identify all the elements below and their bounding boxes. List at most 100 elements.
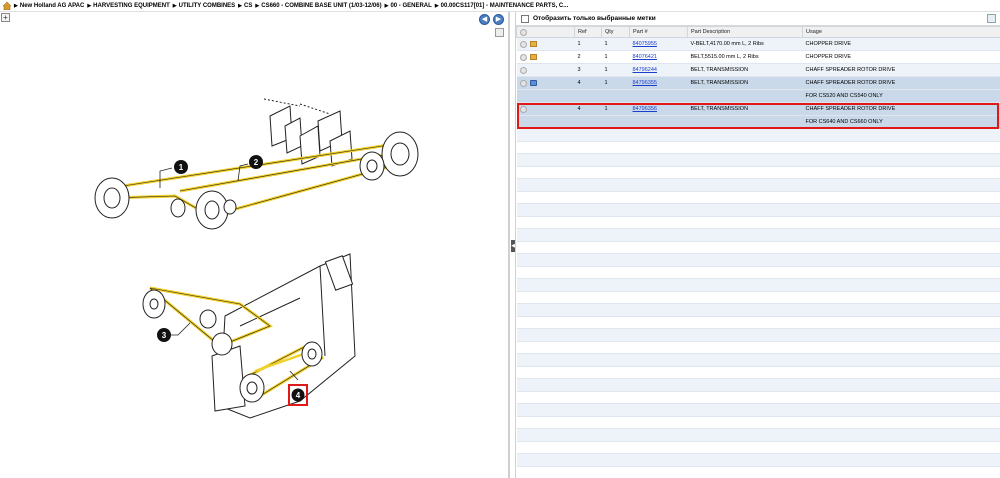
parts-table-body: 1 1 84075955 V-BELT,4170.00 mm L, 2 Ribs CHO…	[516, 37, 1000, 467]
select-all-icon[interactable]	[520, 28, 527, 36]
empty-row	[516, 266, 1000, 279]
column-header-description[interactable]: Part Description	[687, 26, 803, 38]
empty-cell	[629, 191, 688, 204]
empty-cell	[687, 266, 803, 279]
row-select-cell[interactable]	[516, 63, 575, 77]
empty-cell	[802, 216, 1000, 229]
table-row[interactable]: FOR CS520 AND CS540 ONLY	[516, 89, 1000, 103]
callout-1[interactable]: 1	[174, 160, 188, 174]
empty-cell	[516, 266, 575, 279]
row-select-cell[interactable]	[516, 89, 575, 103]
empty-row	[516, 216, 1000, 229]
table-row[interactable]: FOR CS640 AND CS660 ONLY	[516, 115, 1000, 129]
empty-cell	[516, 403, 575, 417]
row-select-icon[interactable]	[519, 66, 527, 74]
qty-cell: 1	[601, 63, 630, 77]
empty-cell	[574, 253, 602, 267]
row-select-cell[interactable]	[516, 37, 575, 51]
show-selected-only-checkbox[interactable]	[521, 14, 529, 23]
breadcrumb-item[interactable]: ▶ CS	[238, 3, 252, 9]
previous-page-icon[interactable]: ◀	[479, 14, 490, 25]
ref-cell: 3	[577, 67, 581, 73]
empty-cell	[574, 191, 602, 204]
row-select-icon[interactable]	[519, 105, 527, 113]
empty-cell	[574, 391, 602, 404]
table-row[interactable]: 4 1 84796355 BELT, TRANSMISSION CHAFF SPREAD…	[516, 76, 1000, 90]
empty-cell	[516, 341, 575, 354]
empty-cell	[802, 278, 1000, 292]
empty-cell	[629, 216, 688, 229]
row-select-icon[interactable]	[519, 79, 527, 87]
qty-cell: 1	[604, 41, 608, 47]
home-icon[interactable]	[2, 1, 12, 10]
empty-cell	[802, 203, 1000, 217]
usage-cell: CHOPPER DRIVE	[802, 50, 1000, 64]
row-select-cell[interactable]	[516, 115, 575, 129]
empty-cell	[629, 453, 688, 467]
empty-cell	[516, 178, 575, 192]
column-header-usage[interactable]: Usage	[802, 26, 1000, 38]
empty-cell	[574, 166, 602, 179]
breadcrumb-item[interactable]: ▶ New Holland AG APAC	[14, 3, 84, 9]
show-selected-only-label[interactable]: Отобразить только выбранные метки	[533, 15, 656, 22]
table-row[interactable]: 4 1 84796356 BELT, TRANSMISSION CHAFF SPREAD…	[516, 102, 1000, 116]
column-header-select[interactable]	[516, 26, 575, 38]
empty-cell	[601, 291, 630, 304]
svg-text:2: 2	[254, 158, 259, 167]
part-number-link[interactable]: 84796355	[633, 80, 657, 86]
empty-cell	[574, 203, 602, 217]
empty-cell	[516, 216, 575, 229]
export-icon[interactable]	[987, 14, 996, 23]
qty-cell: 1	[604, 67, 608, 73]
empty-cell	[601, 328, 630, 342]
row-select-cell[interactable]	[516, 102, 575, 116]
empty-cell	[516, 441, 575, 454]
qty-cell: 1	[604, 54, 608, 60]
table-row[interactable]: 3 1 84796244 BELT, TRANSMISSION CHAFF SPREAD…	[516, 63, 1000, 77]
breadcrumb-item[interactable]: ▶ CS660 - COMBINE BASE UNIT (1/03-12/06)	[255, 3, 381, 9]
table-row[interactable]: 2 1 84076421 BELT,5515.00 mm L, 2 Ribs CHOPP…	[516, 50, 1000, 64]
panel-splitter[interactable]: ◀	[509, 12, 516, 478]
breadcrumb-arrow-icon: ▶	[384, 2, 389, 9]
part-number-link[interactable]: 84796356	[633, 106, 657, 112]
ref-cell: 4	[577, 106, 581, 112]
row-select-cell[interactable]	[516, 76, 575, 90]
empty-cell	[687, 166, 803, 179]
zoom-in-icon[interactable]: +	[1, 13, 10, 22]
empty-cell	[687, 141, 803, 154]
table-row[interactable]: 1 1 84075955 V-BELT,4170.00 mm L, 2 Ribs CHO…	[516, 37, 1000, 51]
column-header-qty[interactable]: Qty	[601, 26, 630, 38]
empty-cell	[802, 391, 1000, 404]
ref-cell: 3	[574, 63, 602, 77]
qty-cell	[601, 89, 630, 103]
breadcrumb-item[interactable]: ▶ 00 - GENERAL	[385, 3, 432, 9]
row-select-cell[interactable]	[516, 50, 575, 64]
next-page-icon[interactable]: ▶	[493, 14, 504, 25]
breadcrumb-item[interactable]: ▶ UTILITY COMBINES	[173, 3, 235, 9]
svg-text:3: 3	[162, 331, 167, 340]
empty-cell	[629, 203, 688, 217]
part-number-link[interactable]: 84076421	[633, 54, 657, 60]
empty-cell	[687, 378, 803, 392]
empty-cell	[516, 391, 575, 404]
empty-row	[516, 166, 1000, 179]
usage-cell: CHAFF SPREADER ROTOR DRIVE	[802, 76, 1000, 90]
row-select-icon[interactable]	[519, 53, 527, 61]
part-number-cell: 84796244	[629, 63, 688, 77]
empty-cell	[574, 303, 602, 317]
column-header-ref[interactable]: Ref	[574, 26, 602, 38]
empty-cell	[574, 291, 602, 304]
part-number-link[interactable]: 84796244	[633, 67, 657, 73]
empty-cell	[516, 166, 575, 179]
breadcrumb-item[interactable]: ▶ HARVESTING EQUIPMENT	[87, 3, 169, 9]
callout-3[interactable]: 3	[157, 328, 171, 342]
breadcrumb-item[interactable]: ▶ 00.00CS117[01] - MAINTENANCE PARTS, C..…	[435, 3, 568, 9]
empty-cell	[629, 128, 688, 142]
callout-2[interactable]: 2	[249, 155, 263, 169]
row-select-icon[interactable]	[519, 40, 527, 48]
collapse-arrow-icon[interactable]: ◀	[511, 240, 515, 252]
part-number-link[interactable]: 84075955	[633, 41, 657, 47]
column-header-part[interactable]: Part #	[629, 26, 688, 38]
empty-cell	[802, 453, 1000, 467]
usage-cell: CHOPPER DRIVE	[802, 37, 1000, 51]
